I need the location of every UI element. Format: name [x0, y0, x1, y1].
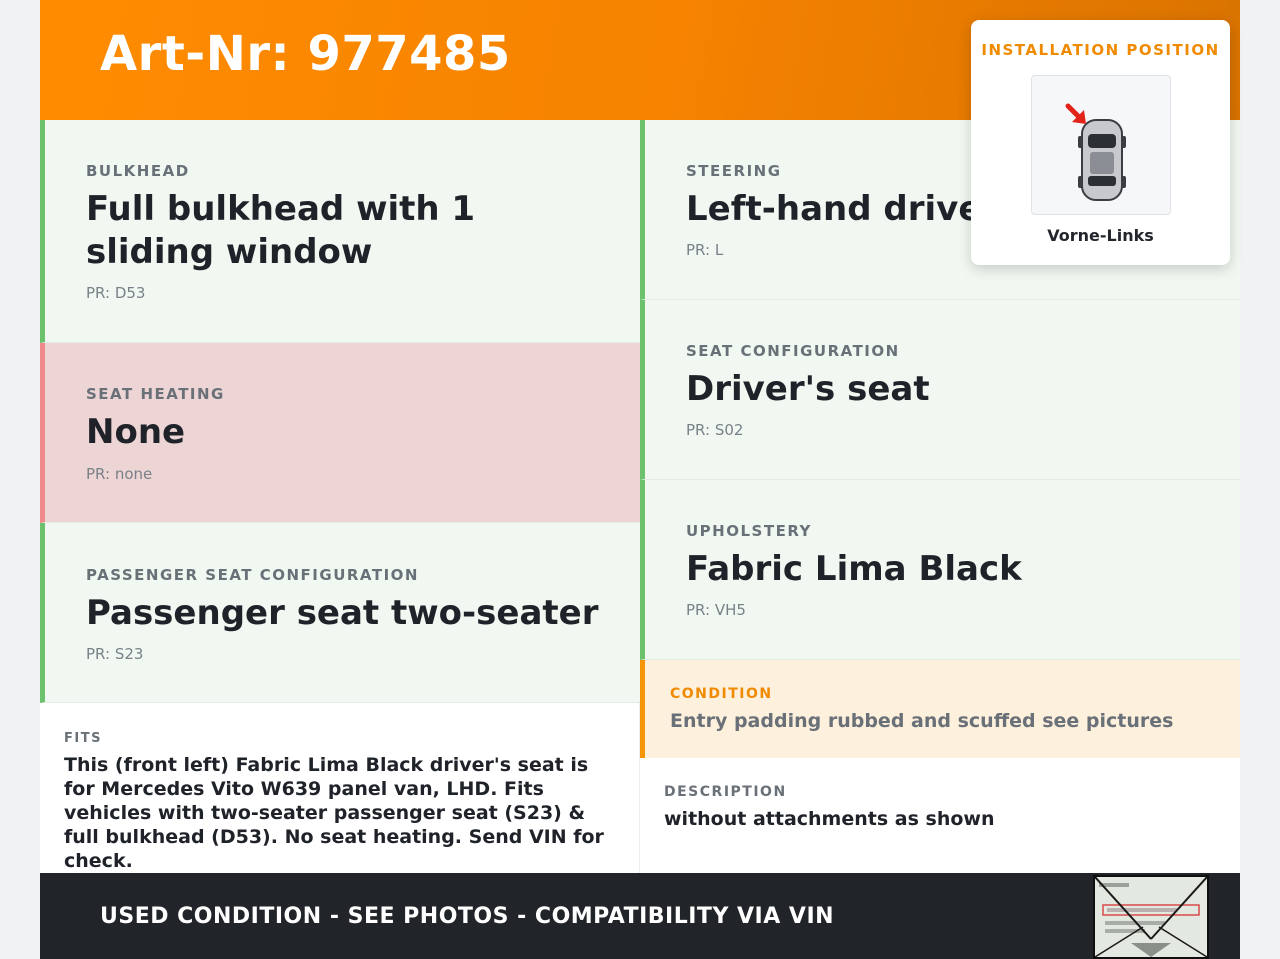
vin-label-icon — [1094, 876, 1208, 958]
spec-label: SEAT CONFIGURATION — [686, 342, 900, 360]
spec-label: SEAT HEATING — [86, 385, 225, 403]
condition-text: Entry padding rubbed and scuffed see pic… — [670, 710, 1174, 732]
installation-title: INSTALLATION POSITION — [981, 41, 1220, 59]
spec-passenger-seat-configuration: PASSENGER SEAT CONFIGURATION Passenger s… — [40, 523, 640, 703]
condition-label: CONDITION — [670, 686, 773, 702]
spec-pr-code: PR: L — [686, 241, 724, 259]
spec-label: BULKHEAD — [86, 162, 190, 180]
spec-seat-configuration: SEAT CONFIGURATION Driver's seat PR: S02 — [640, 300, 1240, 480]
spec-value: Full bulkhead with 1 sliding window — [86, 189, 476, 272]
spec-pr-code: PR: S23 — [86, 645, 144, 663]
fits-label: FITS — [64, 731, 102, 746]
condition-section: CONDITION Entry padding rubbed and scuff… — [640, 660, 1240, 758]
fits-text: This (front left) Fabric Lima Black driv… — [64, 754, 604, 872]
description-label: DESCRIPTION — [664, 784, 787, 800]
footer-text: USED CONDITION - SEE PHOTOS - COMPATIBIL… — [100, 904, 835, 929]
fits-section: FITS This (front left) Fabric Lima Black… — [40, 703, 640, 873]
installation-image[interactable] — [1031, 75, 1171, 215]
spec-value: None — [86, 412, 186, 452]
description-text: without attachments as shown — [664, 808, 995, 830]
spec-bulkhead: BULKHEAD Full bulkhead with 1 sliding wi… — [40, 120, 640, 343]
vin-label-thumbnail[interactable] — [1093, 875, 1209, 959]
spec-pr-code: PR: D53 — [86, 284, 146, 302]
installation-position-card: INSTALLATION POSITION Vorne-Links — [971, 20, 1230, 265]
spec-pr-code: PR: S02 — [686, 421, 744, 439]
spec-seat-heating: SEAT HEATING None PR: none — [40, 343, 640, 523]
installation-caption: Vorne-Links — [1047, 226, 1154, 245]
car-top-view-icon — [1065, 103, 1126, 201]
spec-label: UPHOLSTERY — [686, 522, 812, 540]
article-number: Art-Nr: 977485 — [100, 26, 511, 82]
spec-value: Driver's seat — [686, 369, 930, 409]
spec-pr-code: PR: none — [86, 465, 153, 483]
spec-label: STEERING — [686, 162, 782, 180]
spec-pr-code: PR: VH5 — [686, 601, 746, 619]
description-section: DESCRIPTION without attachments as shown — [640, 758, 1240, 873]
spec-upholstery: UPHOLSTERY Fabric Lima Black PR: VH5 — [640, 480, 1240, 660]
spec-value: Passenger seat two-seater — [86, 593, 599, 633]
spec-label: PASSENGER SEAT CONFIGURATION — [86, 566, 419, 584]
spec-value: Fabric Lima Black — [686, 549, 1022, 589]
footer-bar: USED CONDITION - SEE PHOTOS - COMPATIBIL… — [40, 873, 1240, 959]
